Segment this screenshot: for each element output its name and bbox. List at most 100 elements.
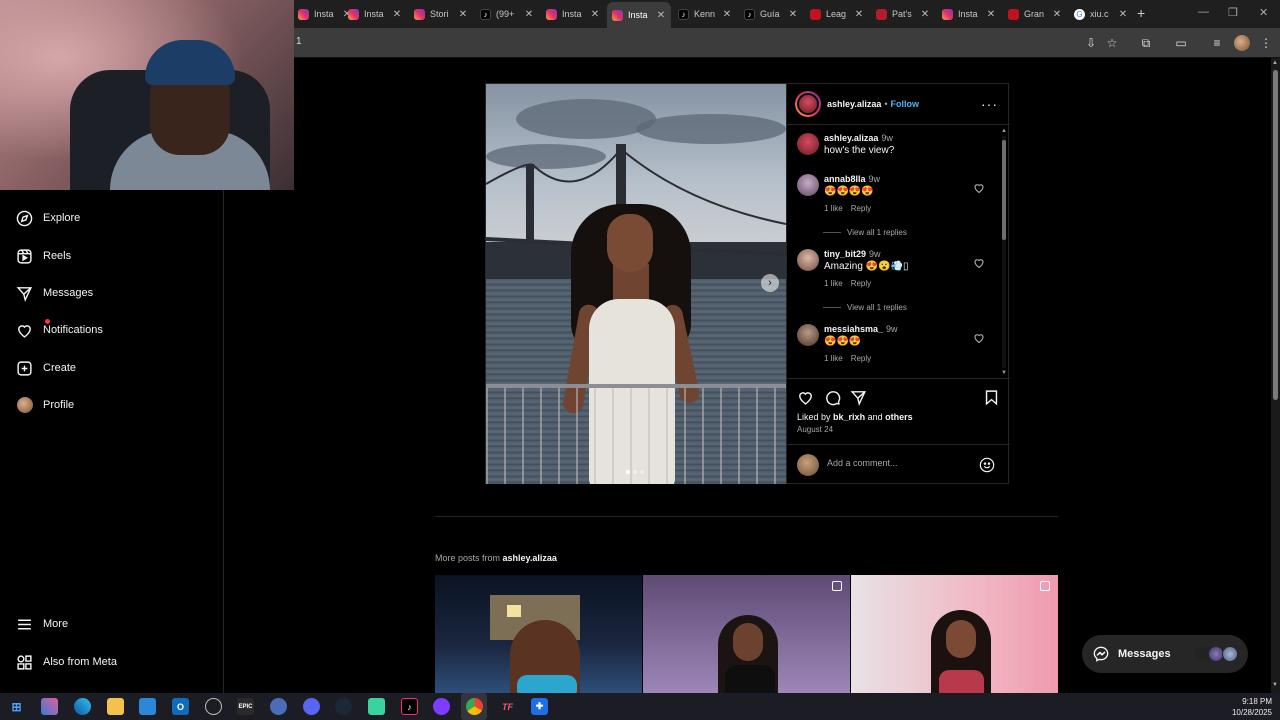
- profile-avatar[interactable]: [1234, 35, 1250, 51]
- system-clock[interactable]: 9:18 PM 10/28/2025: [1232, 696, 1272, 718]
- close-icon[interactable]: ✕: [721, 9, 733, 20]
- comment-likes[interactable]: 1 like: [824, 354, 843, 363]
- browser-tab[interactable]: Leag ✕: [805, 4, 869, 24]
- app-icon[interactable]: [270, 698, 287, 715]
- like-comment-heart-icon[interactable]: [973, 257, 985, 269]
- messages-button[interactable]: Messages: [1082, 635, 1248, 673]
- xbox-icon[interactable]: [205, 698, 222, 715]
- browser-tab[interactable]: ♪ (99+ ✕: [475, 4, 539, 24]
- close-icon[interactable]: ✕: [1051, 9, 1063, 20]
- file-explorer-icon[interactable]: [107, 698, 124, 715]
- scrollbar-thumb[interactable]: [1002, 140, 1006, 240]
- liked-by-others[interactable]: others: [885, 412, 913, 422]
- steam-icon[interactable]: [335, 698, 352, 715]
- reply-button[interactable]: Reply: [851, 279, 871, 288]
- view-replies-button[interactable]: View all 1 replies: [823, 228, 907, 237]
- more-posts-username[interactable]: ashley.alizaa: [503, 553, 557, 563]
- restore-icon[interactable]: ❐: [1228, 6, 1238, 19]
- comment-username[interactable]: ashley.alizaa: [824, 133, 878, 143]
- comment-username[interactable]: tiny_bit29: [824, 249, 866, 259]
- browser-tab[interactable]: Gran ✕: [1003, 4, 1067, 24]
- install-app-icon[interactable]: ⇩: [1083, 35, 1099, 51]
- comment-likes[interactable]: 1 like: [824, 204, 843, 213]
- close-icon[interactable]: ✕: [391, 9, 403, 20]
- browser-tab[interactable]: ♪ Kenn ✕: [673, 4, 737, 24]
- scroll-down-arrow-icon[interactable]: ▼: [1272, 682, 1278, 688]
- tiktok-icon[interactable]: ♪: [401, 698, 418, 715]
- sidebar-item-also-from-meta[interactable]: Also from Meta: [16, 650, 117, 674]
- app-icon[interactable]: [368, 698, 385, 715]
- like-comment-heart-icon[interactable]: [973, 332, 985, 344]
- bookmark-star-icon[interactable]: ☆: [1104, 35, 1120, 51]
- epic-icon[interactable]: EPIC: [237, 698, 254, 715]
- more-options-icon[interactable]: ···: [981, 96, 998, 112]
- comment-likes[interactable]: 1 like: [824, 279, 843, 288]
- scroll-down-arrow-icon[interactable]: ▼: [1001, 370, 1007, 376]
- browser-tab[interactable]: Insta ✕: [541, 4, 605, 24]
- sidebar-item-reels[interactable]: Reels: [16, 244, 71, 268]
- avatar[interactable]: [797, 324, 819, 346]
- close-icon[interactable]: ✕: [655, 10, 667, 21]
- new-tab-button[interactable]: +: [1137, 5, 1145, 21]
- browser-tab[interactable]: Stori ✕: [409, 4, 473, 24]
- liked-by-user[interactable]: bk_rixh: [833, 412, 865, 422]
- scroll-up-arrow-icon[interactable]: ▲: [1272, 60, 1278, 66]
- close-icon[interactable]: ✕: [1117, 9, 1129, 20]
- tf-icon[interactable]: TF: [499, 698, 516, 715]
- sidebar-item-more[interactable]: More: [16, 612, 68, 636]
- avatar[interactable]: [797, 249, 819, 271]
- kebab-menu-icon[interactable]: ⋮: [1258, 35, 1274, 51]
- chrome-icon[interactable]: [466, 698, 483, 715]
- page-scrollbar[interactable]: ▲ ▼: [1271, 58, 1280, 693]
- app-icon[interactable]: ✚: [531, 698, 548, 715]
- browser-tab-active[interactable]: Insta ✕: [607, 2, 671, 28]
- media-icon[interactable]: ≡: [1209, 35, 1225, 51]
- reply-button[interactable]: Reply: [851, 204, 871, 213]
- sidebar-item-profile[interactable]: Profile: [16, 393, 74, 417]
- comments-scrollbar[interactable]: ▲ ▼: [1001, 128, 1007, 378]
- browser-tab[interactable]: Pat's ✕: [871, 4, 935, 24]
- post-thumbnail[interactable]: [435, 575, 642, 693]
- comment-username[interactable]: annab8lla: [824, 174, 866, 184]
- post-thumbnail[interactable]: [643, 575, 850, 693]
- browser-tab[interactable]: Gxiu.c ✕: [1069, 4, 1133, 24]
- close-icon[interactable]: ✕: [853, 9, 865, 20]
- side-panel-icon[interactable]: ▭: [1173, 35, 1189, 51]
- comment-bubble-icon[interactable]: [824, 389, 841, 406]
- close-icon[interactable]: ✕: [787, 9, 799, 20]
- close-icon[interactable]: ✕: [457, 9, 469, 20]
- copilot-icon[interactable]: [41, 698, 58, 715]
- emoji-icon[interactable]: [979, 457, 995, 473]
- reply-button[interactable]: Reply: [851, 354, 871, 363]
- url-text[interactable]: 1: [296, 36, 302, 47]
- close-icon[interactable]: ✕: [589, 9, 601, 20]
- comment-username[interactable]: messiahsma_: [824, 324, 883, 334]
- scroll-up-arrow-icon[interactable]: ▲: [1001, 128, 1007, 134]
- close-icon[interactable]: ✕: [985, 9, 997, 20]
- post-photo[interactable]: ›: [486, 84, 786, 484]
- browser-tab[interactable]: Insta ✕: [343, 4, 407, 24]
- close-icon[interactable]: ✕: [523, 9, 535, 20]
- author-avatar[interactable]: [795, 91, 821, 117]
- edge-icon[interactable]: [74, 698, 91, 715]
- minimize-icon[interactable]: —: [1198, 6, 1209, 18]
- avatar[interactable]: [797, 133, 819, 155]
- extensions-icon[interactable]: ⧉: [1138, 35, 1154, 51]
- close-window-icon[interactable]: ✕: [1259, 6, 1268, 19]
- outlook-icon[interactable]: O: [172, 698, 189, 715]
- author-username[interactable]: ashley.alizaa: [827, 99, 881, 109]
- post-thumbnail[interactable]: [851, 575, 1058, 693]
- app-icon[interactable]: [433, 698, 450, 715]
- sidebar-item-notifications[interactable]: Notifications: [16, 318, 103, 342]
- follow-button[interactable]: Follow: [891, 99, 920, 109]
- sidebar-item-create[interactable]: Create: [16, 356, 76, 380]
- chevron-right-icon[interactable]: ›: [761, 274, 779, 292]
- view-replies-button[interactable]: View all 1 replies: [823, 303, 907, 312]
- like-comment-heart-icon[interactable]: [973, 182, 985, 194]
- close-icon[interactable]: ✕: [919, 9, 931, 20]
- like-heart-icon[interactable]: [797, 389, 814, 406]
- sidebar-item-messages[interactable]: Messages: [16, 281, 93, 305]
- browser-tab[interactable]: Insta ✕: [937, 4, 1001, 24]
- share-send-icon[interactable]: [850, 389, 867, 406]
- avatar[interactable]: [797, 174, 819, 196]
